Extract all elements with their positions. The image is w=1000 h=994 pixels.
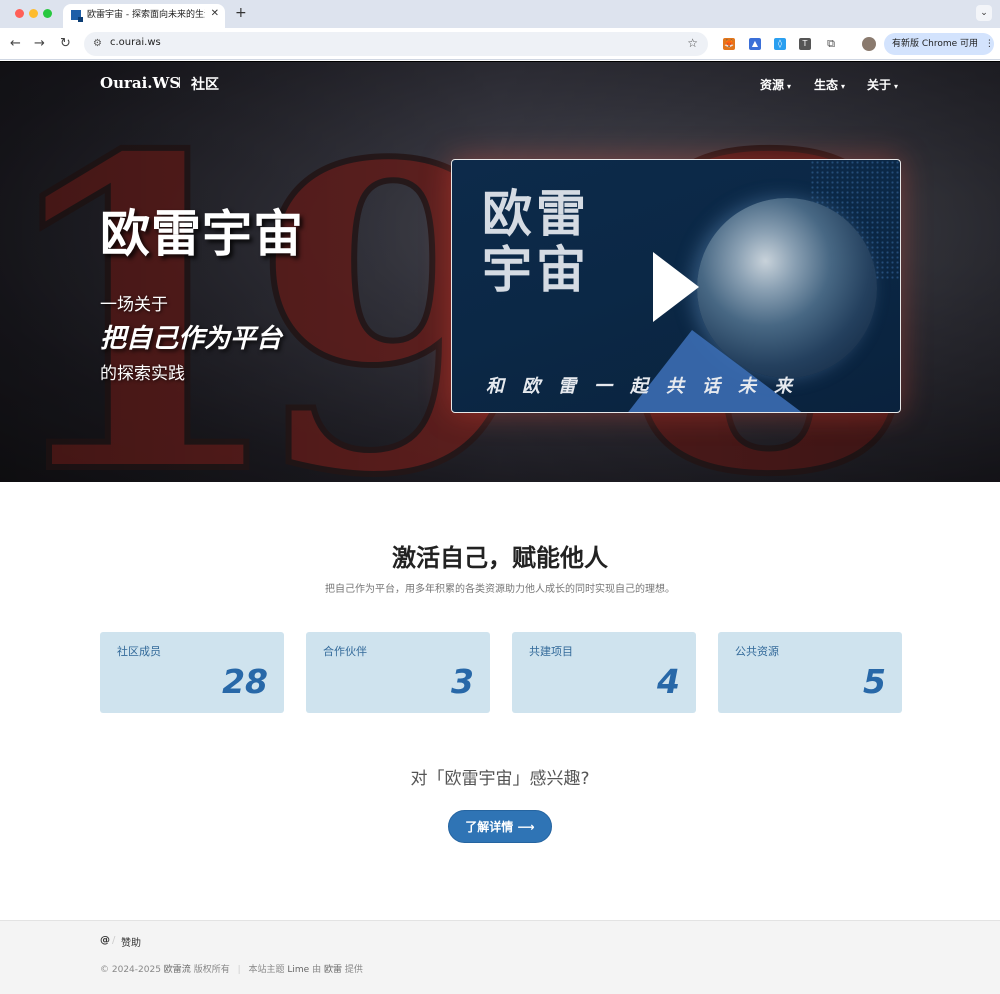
- back-button[interactable]: ←: [10, 36, 21, 52]
- owner-link[interactable]: 欧雷流: [164, 965, 191, 975]
- window-minimize-button[interactable]: [29, 9, 38, 18]
- nav-label: 资源: [760, 78, 785, 92]
- hero-banner: 1 9 8 Ourai.WS 社区 资源▾ 生态▾ 关于▾ 欧雷宇宙 一场关于 …: [0, 61, 1000, 482]
- sponsor-link[interactable]: 赞助: [121, 934, 141, 949]
- footer-divider: /: [112, 935, 116, 946]
- video-poster-title: 欧雷宇宙: [482, 184, 590, 299]
- section-subtitle: 把自己作为平台，用多年积累的各类资源助力他人成长的同时实现自己的理想。: [325, 584, 675, 595]
- new-tab-button[interactable]: +: [235, 5, 247, 21]
- url-text[interactable]: c.ourai.ws: [110, 37, 161, 48]
- author-link[interactable]: 欧雷: [324, 965, 342, 975]
- window-close-button[interactable]: [15, 9, 24, 18]
- footer-separator: |: [237, 965, 241, 975]
- video-poster-slogan: 和欧雷一起共话未来: [486, 376, 810, 397]
- tab-title: 欧雷宇宙 - 探索面向未来的生活: [87, 10, 205, 20]
- brand-divider: [179, 77, 180, 88]
- stat-value: 5: [863, 662, 886, 701]
- reload-button[interactable]: ↻: [60, 36, 71, 52]
- nav-resources[interactable]: 资源 ▾: [760, 76, 791, 93]
- update-label: 有新版 Chrome 可用: [892, 39, 979, 49]
- metamask-extension-icon[interactable]: 🦊: [723, 38, 735, 50]
- browser-toolbar: ← → ↻ ⚙ c.ourai.ws ☆ 🦊 ▲ ◊ T ⧉ 有新版 Chrom…: [0, 28, 1000, 60]
- learn-more-button[interactable]: 了解详情 ⟶: [448, 810, 552, 843]
- hero-title: 欧雷宇宙: [100, 205, 304, 263]
- rights-text: 版权所有: [193, 965, 230, 975]
- address-bar[interactable]: ⚙ c.ourai.ws ☆: [84, 32, 708, 56]
- extension-icon[interactable]: T: [799, 38, 811, 50]
- forward-button[interactable]: →: [34, 36, 45, 52]
- hero-tagline-line1: 一场关于: [100, 295, 168, 315]
- chevron-down-icon: ▾: [787, 82, 792, 91]
- copyright-line: © 2024-2025 欧雷流 版权所有 | 本站主题 Lime 由 欧雷 提供: [100, 962, 363, 975]
- provided-text: 提供: [344, 965, 363, 975]
- hero-tagline-line3: 的探索实践: [100, 364, 185, 384]
- extension-icon[interactable]: ◊: [774, 38, 786, 50]
- profile-avatar[interactable]: [862, 37, 876, 51]
- chevron-down-icon: ▾: [894, 82, 899, 91]
- stat-card-projects: 共建项目 4: [512, 632, 696, 713]
- site-info-icon[interactable]: ⚙: [93, 38, 102, 49]
- theme-link[interactable]: Lime: [287, 965, 309, 975]
- browser-tab-bar: 欧雷宇宙 - 探索面向未来的生活 ✕ + ⌄: [0, 0, 1000, 28]
- copyright-year: © 2024-2025: [100, 965, 161, 975]
- cta-question: 对「欧雷宇宙」感兴趣?: [410, 769, 590, 789]
- stat-card-resources: 公共资源 5: [718, 632, 902, 713]
- stat-label: 公共资源: [735, 645, 779, 658]
- more-menu-icon[interactable]: ⋮: [985, 39, 994, 49]
- window-maximize-button[interactable]: [43, 9, 52, 18]
- stat-label: 合作伙伴: [323, 645, 367, 658]
- chrome-update-button[interactable]: 有新版 Chrome 可用 ⋮: [884, 33, 994, 55]
- extension-icon[interactable]: ▲: [749, 38, 761, 50]
- theme-prefix: 本站主题: [248, 965, 285, 975]
- nav-about[interactable]: 关于 ▾: [867, 76, 898, 93]
- nav-ecosystem[interactable]: 生态 ▾: [814, 76, 845, 93]
- stat-value: 28: [222, 662, 268, 701]
- site-logo[interactable]: Ourai.WS: [100, 74, 180, 92]
- stat-value: 3: [451, 662, 474, 701]
- tab-close-icon[interactable]: ✕: [211, 8, 219, 19]
- tab-search-button[interactable]: ⌄: [976, 5, 992, 21]
- chevron-down-icon: ▾: [841, 82, 846, 91]
- play-icon[interactable]: [653, 252, 699, 322]
- nav-label: 生态: [814, 78, 839, 92]
- site-favicon-icon: [71, 10, 83, 22]
- site-section-name[interactable]: 社区: [191, 74, 219, 94]
- section-title: 激活自己，赋能他人: [392, 544, 608, 572]
- bookmark-star-icon[interactable]: ☆: [687, 36, 698, 50]
- browser-tab[interactable]: 欧雷宇宙 - 探索面向未来的生活 ✕: [63, 4, 225, 28]
- hero-tagline-emphasis: 把自己作为平台: [100, 324, 283, 354]
- at-icon[interactable]: @: [100, 935, 110, 946]
- nav-label: 关于: [867, 78, 892, 92]
- stat-value: 4: [657, 662, 680, 701]
- stat-card-partners: 合作伙伴 3: [306, 632, 490, 713]
- site-footer: @ / 赞助 © 2024-2025 欧雷流 版权所有 | 本站主题 Lime …: [0, 920, 1000, 994]
- by-text: 由: [312, 965, 322, 975]
- intro-video-player[interactable]: 欧雷宇宙 和欧雷一起共话未来: [451, 159, 901, 413]
- stat-label: 共建项目: [529, 645, 573, 658]
- stat-card-members: 社区成员 28: [100, 632, 284, 713]
- stat-label: 社区成员: [117, 645, 161, 658]
- extensions-puzzle-icon[interactable]: ⧉: [825, 38, 837, 50]
